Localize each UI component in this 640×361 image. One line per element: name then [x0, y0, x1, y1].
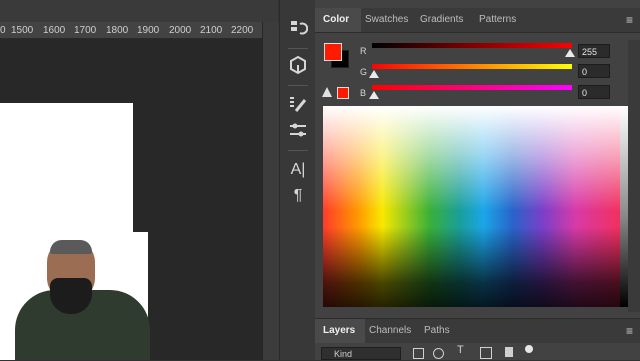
panel-scrollbar[interactable]: [628, 40, 640, 312]
history-icon[interactable]: [286, 18, 310, 42]
filter-type-icon[interactable]: T: [457, 344, 464, 356]
adjust-sliders-icon[interactable]: [286, 120, 310, 144]
panel-menu-icon[interactable]: ≡: [626, 324, 633, 338]
tab-patterns[interactable]: Patterns: [471, 8, 524, 32]
ruler-mark: 2200: [231, 25, 254, 36]
3d-cube-icon[interactable]: [286, 55, 310, 79]
panel-menu-icon[interactable]: ≡: [626, 13, 633, 27]
layers-panel-body: Kind T: [315, 343, 640, 360]
layer-filter-select[interactable]: Kind: [321, 347, 401, 360]
channel-label-g: G: [360, 67, 368, 77]
gamut-color-chip[interactable]: [337, 87, 349, 99]
tab-channels[interactable]: Channels: [361, 319, 419, 343]
document-scrollbar[interactable]: [262, 22, 279, 360]
tab-gradients[interactable]: Gradients: [412, 8, 471, 32]
ruler-mark: 1500: [11, 25, 34, 36]
filter-pixel-icon[interactable]: [413, 348, 424, 359]
warning-triangle-icon[interactable]: [322, 87, 332, 97]
filter-toggle-icon[interactable]: [525, 345, 533, 353]
ruler-mark: 1700: [74, 25, 97, 36]
filter-shape-icon[interactable]: [480, 347, 492, 359]
layers-panel-tabs: Layers Channels Paths ≡: [315, 318, 640, 344]
ruler-mark: 1800: [106, 25, 129, 36]
green-slider-track[interactable]: [372, 64, 572, 69]
filter-adjustment-icon[interactable]: [433, 348, 444, 359]
tab-layers[interactable]: Layers: [315, 319, 365, 343]
filter-kind-label: Kind: [334, 349, 353, 359]
document-canvas[interactable]: [0, 103, 133, 233]
color-spectrum-ramp[interactable]: [323, 106, 620, 307]
character-icon[interactable]: A|: [286, 158, 310, 182]
channel-label-r: R: [360, 46, 367, 56]
blue-slider-track[interactable]: [372, 85, 572, 90]
horizontal-ruler[interactable]: 0 1500 1600 1700 1800 1900 2000 2100 220…: [0, 22, 262, 39]
tab-paths[interactable]: Paths: [416, 319, 458, 343]
paragraph-icon[interactable]: ¶: [286, 184, 310, 208]
ruler-mark: 2100: [200, 25, 223, 36]
tab-swatches[interactable]: Swatches: [357, 8, 416, 32]
person-cap: [50, 240, 92, 254]
green-slider-thumb[interactable]: [369, 70, 379, 78]
panel-tool-strip: A| ¶: [279, 0, 316, 360]
filter-smart-object-icon[interactable]: [505, 347, 513, 357]
red-slider-thumb[interactable]: [565, 49, 575, 57]
ruler-mark: 2000: [169, 25, 192, 36]
document-top-bar: [0, 0, 278, 22]
red-slider-track[interactable]: [372, 43, 572, 48]
red-value-field[interactable]: 255: [578, 44, 610, 58]
tab-color[interactable]: Color: [315, 8, 361, 32]
brush-settings-icon[interactable]: [286, 94, 310, 118]
color-panel-tabs: Color Swatches Gradients Patterns ≡: [315, 8, 640, 33]
foreground-color-swatch[interactable]: [324, 43, 342, 61]
green-value-field[interactable]: 0: [578, 64, 610, 78]
ruler-mark: 1600: [43, 25, 66, 36]
blue-slider-thumb[interactable]: [369, 91, 379, 99]
blue-value-field[interactable]: 0: [578, 85, 610, 99]
spectrum-grayscale-strip[interactable]: [620, 106, 628, 307]
channel-label-b: B: [360, 88, 367, 98]
ruler-mark: 1900: [137, 25, 160, 36]
